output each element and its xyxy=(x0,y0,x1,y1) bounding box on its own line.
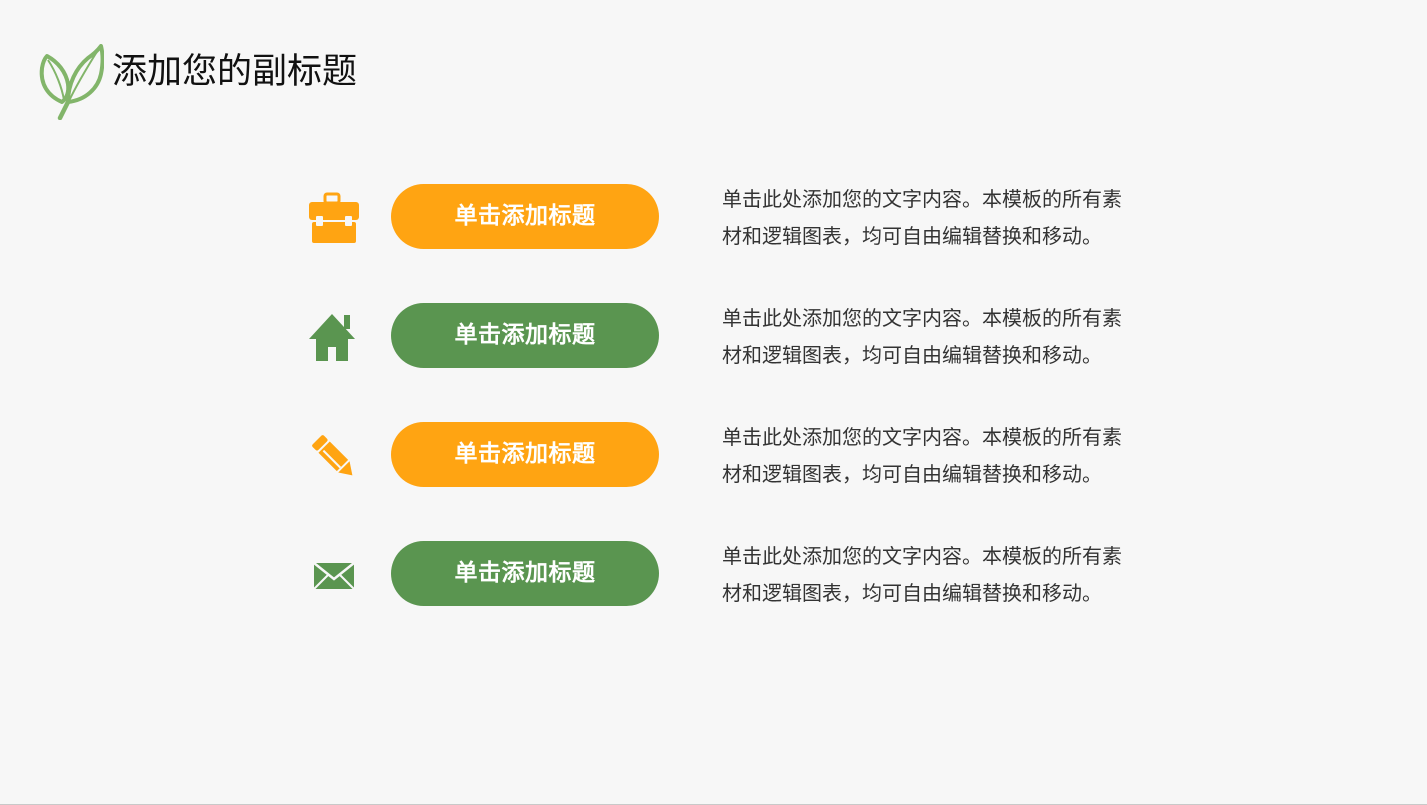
description-line-2: 材和逻辑图表，均可自由编辑替换和移动。 xyxy=(722,224,1102,248)
item-description: 单击此处添加您的文字内容。本模板的所有素 材和逻辑图表，均可自由编辑替换和移动。 xyxy=(722,538,1162,612)
description-line-2: 材和逻辑图表，均可自由编辑替换和移动。 xyxy=(722,581,1102,605)
item-title-button[interactable]: 单击添加标题 xyxy=(391,541,659,606)
pencil-icon xyxy=(306,430,362,482)
description-line-1: 单击此处添加您的文字内容。本模板的所有素 xyxy=(722,425,1122,449)
description-line-2: 材和逻辑图表，均可自由编辑替换和移动。 xyxy=(722,462,1102,486)
slide: 添加您的副标题 单击添加标题 单击此处添加您的文字内容。本模板的所有素 材和逻辑… xyxy=(0,0,1427,805)
item-title-button[interactable]: 单击添加标题 xyxy=(391,422,659,487)
envelope-icon xyxy=(306,549,362,601)
house-icon xyxy=(306,311,362,363)
list-item-2: 单击添加标题 单击此处添加您的文字内容。本模板的所有素 材和逻辑图表，均可自由编… xyxy=(300,303,1160,369)
item-title-button[interactable]: 单击添加标题 xyxy=(391,184,659,249)
item-title-button[interactable]: 单击添加标题 xyxy=(391,303,659,368)
page-subtitle: 添加您的副标题 xyxy=(112,52,358,92)
list-item-3: 单击添加标题 单击此处添加您的文字内容。本模板的所有素 材和逻辑图表，均可自由编… xyxy=(300,422,1160,488)
item-description: 单击此处添加您的文字内容。本模板的所有素 材和逻辑图表，均可自由编辑替换和移动。 xyxy=(722,181,1162,255)
list-item-4: 单击添加标题 单击此处添加您的文字内容。本模板的所有素 材和逻辑图表，均可自由编… xyxy=(300,541,1160,607)
header: 添加您的副标题 xyxy=(38,44,357,120)
description-line-2: 材和逻辑图表，均可自由编辑替换和移动。 xyxy=(722,343,1102,367)
leaf-icon xyxy=(39,44,104,120)
item-description: 单击此处添加您的文字内容。本模板的所有素 材和逻辑图表，均可自由编辑替换和移动。 xyxy=(722,300,1162,374)
list-item-1: 单击添加标题 单击此处添加您的文字内容。本模板的所有素 材和逻辑图表，均可自由编… xyxy=(300,184,1160,250)
description-line-1: 单击此处添加您的文字内容。本模板的所有素 xyxy=(722,187,1122,211)
description-line-1: 单击此处添加您的文字内容。本模板的所有素 xyxy=(722,306,1122,330)
briefcase-icon xyxy=(306,192,362,244)
description-line-1: 单击此处添加您的文字内容。本模板的所有素 xyxy=(722,544,1122,568)
item-description: 单击此处添加您的文字内容。本模板的所有素 材和逻辑图表，均可自由编辑替换和移动。 xyxy=(722,419,1162,493)
